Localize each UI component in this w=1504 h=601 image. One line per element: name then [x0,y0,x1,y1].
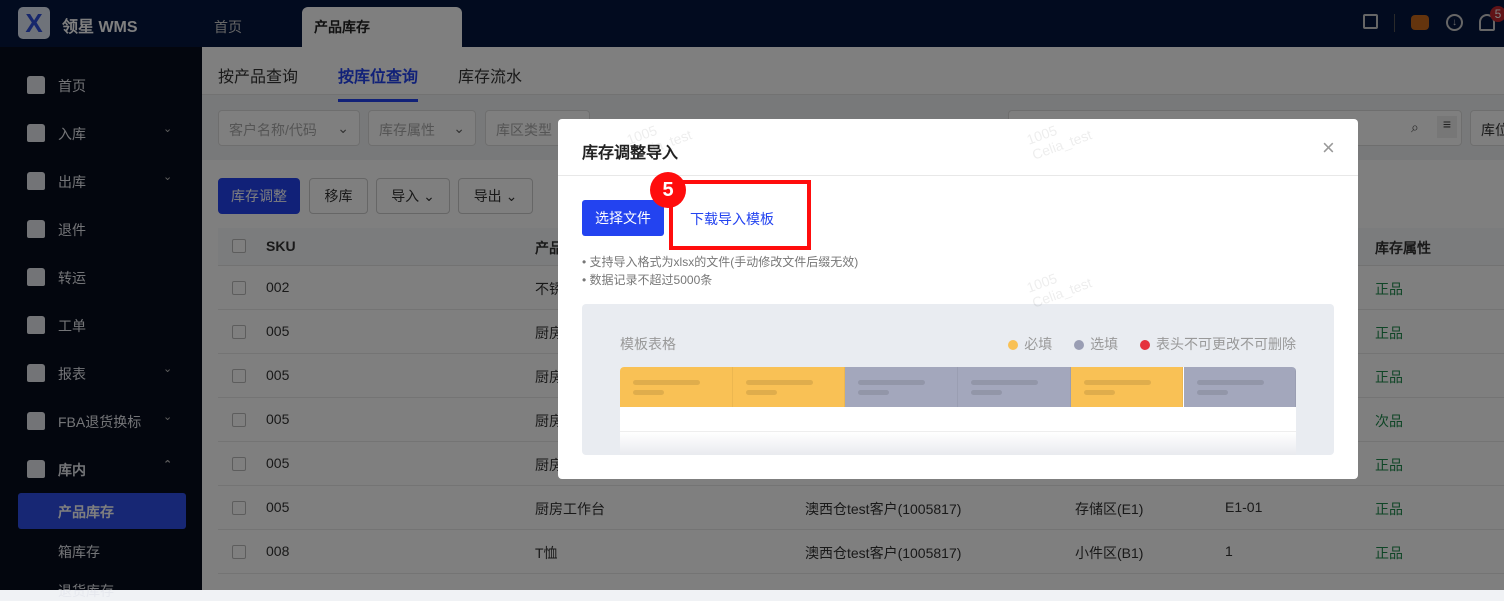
note: • 支持导入格式为xlsx的文件(手动修改文件后缀无效) [582,255,859,269]
template-table-illustration [620,367,1296,455]
import-dialog: 库存调整导入 × 选择文件 下载导入模板 5 • 支持导入格式为xlsx的文件(… [558,119,1358,479]
locked-dot-icon [1140,340,1150,350]
optional-dot-icon [1074,340,1085,350]
step-badge: 5 [650,172,686,208]
note: • 数据记录不超过5000条 [582,273,713,287]
select-file-button[interactable]: 选择文件 [582,200,664,236]
template-title: 模板表格 [620,336,676,352]
legend: 必填 选填 表头不可更改不可删除 [1008,334,1296,354]
template-preview: 模板表格 必填 选填 表头不可更改不可删除 [582,304,1334,455]
highlight-box [669,180,811,250]
required-dot-icon [1008,340,1019,350]
watermark: 1005 Celia_test [1024,269,1094,311]
legend-optional: 选填 [1074,336,1118,352]
legend-locked: 表头不可更改不可删除 [1140,336,1296,352]
legend-required: 必填 [1008,336,1052,352]
close-icon[interactable]: × [1322,135,1335,161]
watermark: 1005 Celia_test [1024,121,1094,163]
